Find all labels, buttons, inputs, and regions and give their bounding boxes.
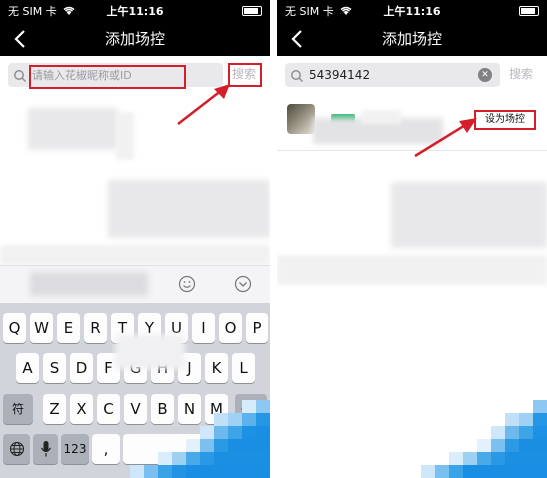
globe-key[interactable] bbox=[3, 434, 30, 464]
key-w[interactable]: W bbox=[30, 313, 53, 343]
status-time: 上午11:16 bbox=[106, 5, 164, 18]
key-k[interactable]: K bbox=[205, 353, 228, 383]
blurred-content bbox=[30, 272, 148, 296]
numbers-key[interactable]: 123 bbox=[61, 434, 89, 464]
key-c[interactable]: C bbox=[97, 394, 120, 424]
key-d[interactable]: D bbox=[70, 353, 93, 383]
mic-key[interactable] bbox=[33, 434, 58, 464]
blurred-content bbox=[116, 112, 134, 160]
status-bar: 无 SIM 卡 上午11:16 bbox=[277, 0, 547, 22]
symbol-key[interactable]: 符 bbox=[3, 394, 33, 424]
annotation-arrow bbox=[414, 118, 477, 158]
comma-key[interactable]: , bbox=[92, 434, 120, 464]
divider bbox=[270, 0, 277, 478]
key-a[interactable]: A bbox=[16, 353, 39, 383]
set-as-moderator-label: 设为场控 bbox=[485, 114, 525, 125]
search-button[interactable]: 搜索 bbox=[509, 65, 533, 82]
page-title: 添加场控 bbox=[104, 30, 165, 48]
blurred-content bbox=[391, 182, 547, 248]
blurred-content bbox=[28, 108, 118, 150]
key-o[interactable]: O bbox=[219, 313, 242, 343]
blurred-content bbox=[0, 245, 270, 265]
right-phone-screen: 无 SIM 卡 上午11:16 添加场控 ✕ 搜索 设为场控 bbox=[277, 0, 547, 478]
key-i[interactable]: I bbox=[192, 313, 215, 343]
blurred-content bbox=[361, 110, 401, 124]
key-q[interactable]: Q bbox=[3, 313, 26, 343]
key-s[interactable]: S bbox=[43, 353, 66, 383]
battery-icon bbox=[242, 6, 262, 16]
avatar bbox=[287, 104, 315, 134]
emoji-icon[interactable] bbox=[178, 275, 196, 297]
search-icon bbox=[290, 68, 304, 83]
wifi-icon bbox=[339, 5, 353, 19]
suggestion-bar bbox=[0, 265, 270, 303]
search-icon bbox=[13, 68, 27, 83]
chevron-down-icon[interactable] bbox=[234, 275, 252, 297]
key-z[interactable]: Z bbox=[43, 394, 66, 424]
annotation-box-input bbox=[29, 65, 186, 89]
watermark-mosaic bbox=[130, 400, 270, 478]
search-row: ✕ 搜索 bbox=[277, 60, 547, 90]
key-p[interactable]: P bbox=[246, 313, 268, 343]
mic-icon bbox=[40, 441, 51, 457]
blurred-content bbox=[108, 180, 270, 238]
nav-bar: 添加场控 bbox=[0, 22, 270, 56]
search-box[interactable]: ✕ bbox=[285, 63, 500, 87]
key-e[interactable]: E bbox=[57, 313, 80, 343]
wifi-icon bbox=[62, 5, 76, 19]
left-phone-screen: 无 SIM 卡 上午11:16 添加场控 搜索 bbox=[0, 0, 270, 478]
globe-icon bbox=[9, 441, 24, 457]
page-title: 添加场控 bbox=[381, 30, 442, 48]
annotation-arrow bbox=[177, 84, 230, 125]
blurred-content bbox=[277, 255, 547, 285]
clear-icon[interactable]: ✕ bbox=[478, 68, 492, 82]
battery-icon bbox=[519, 6, 539, 16]
watermark-mosaic bbox=[421, 400, 547, 478]
key-x[interactable]: X bbox=[70, 394, 93, 424]
key-r[interactable]: R bbox=[84, 313, 107, 343]
status-bar: 无 SIM 卡 上午11:16 bbox=[0, 0, 270, 22]
nav-bar: 添加场控 bbox=[277, 22, 547, 56]
blurred-content bbox=[115, 335, 185, 369]
key-l[interactable]: L bbox=[232, 353, 255, 383]
search-input[interactable] bbox=[309, 63, 489, 87]
status-time: 上午11:16 bbox=[383, 5, 441, 18]
